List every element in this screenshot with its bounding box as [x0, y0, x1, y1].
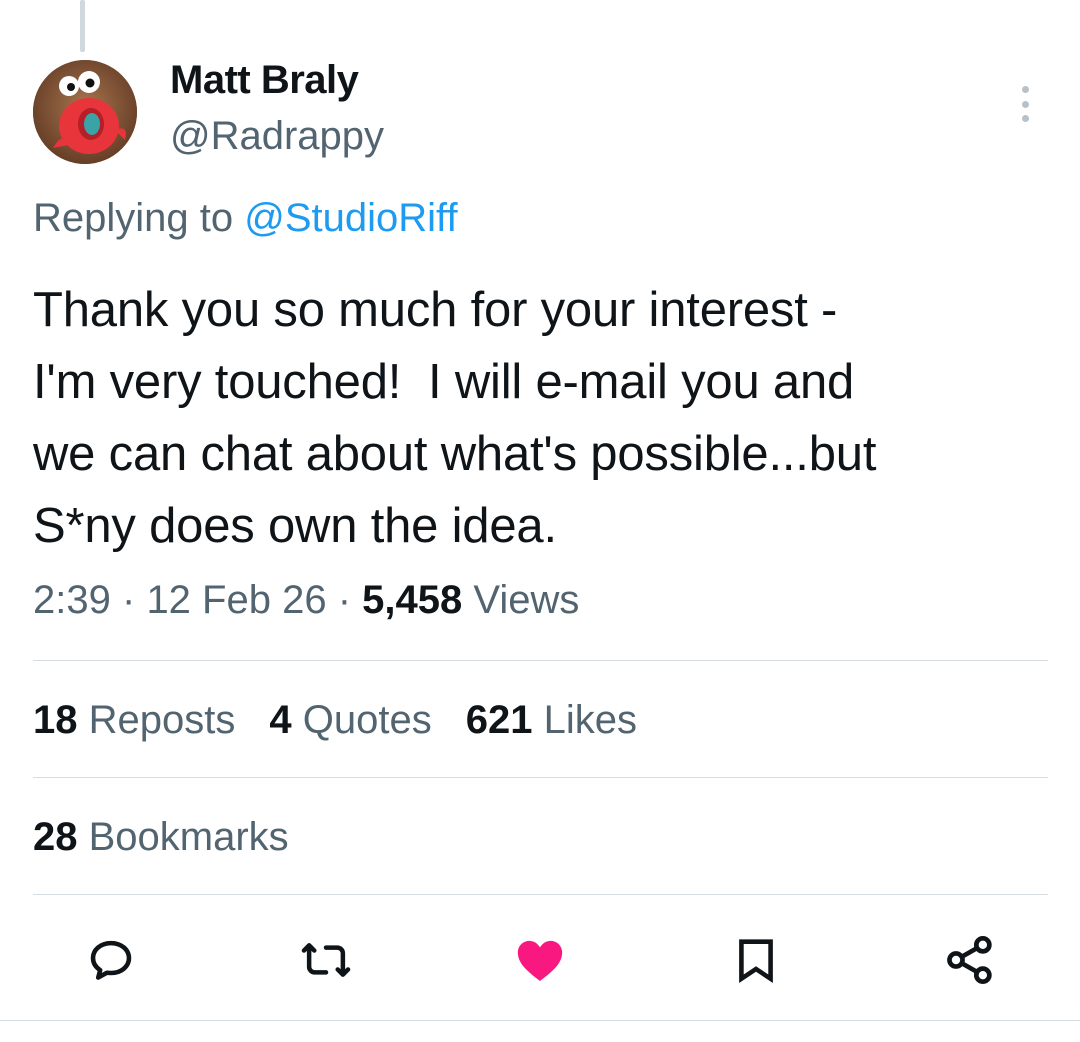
tweet-meta: 2:39 · 12 Feb 26 · 5,458 Views [33, 578, 580, 622]
reply-icon [90, 940, 132, 980]
views-label: Views [473, 578, 580, 622]
divider [33, 777, 1048, 778]
bookmarks-label: Bookmarks [88, 815, 289, 859]
reposts-label: Reposts [88, 698, 236, 742]
reposts-stat[interactable]: 18 Reposts [33, 698, 235, 743]
tweet-date[interactable]: 12 Feb 26 [146, 578, 326, 622]
quotes-label: Quotes [302, 698, 432, 742]
bookmark-button[interactable] [728, 932, 784, 988]
replying-to-line: Replying to @StudioRiff [33, 196, 458, 241]
divider [33, 660, 1048, 661]
views-count: 5,458 [362, 578, 463, 622]
author-name[interactable]: Matt Braly [170, 58, 359, 103]
quotes-count: 4 [269, 698, 292, 742]
more-options-icon[interactable] [1010, 82, 1040, 126]
bottom-divider [0, 1020, 1080, 1021]
author-handle[interactable]: @Radrappy [170, 114, 384, 159]
likes-count: 621 [465, 698, 533, 742]
likes-stat[interactable]: 621 Likes [466, 698, 637, 743]
reply-button[interactable] [83, 932, 139, 988]
replying-to-mention-link[interactable]: @StudioRiff [244, 196, 457, 240]
divider [33, 894, 1048, 895]
avatar[interactable] [33, 60, 137, 164]
bookmarks-stat[interactable]: 28 Bookmarks [33, 815, 289, 860]
likes-label: Likes [543, 698, 637, 742]
repost-button[interactable] [298, 932, 354, 988]
reposts-count: 18 [33, 698, 78, 742]
like-button[interactable] [512, 932, 568, 988]
share-button[interactable] [942, 932, 998, 988]
repost-icon [301, 943, 351, 977]
quotes-stat[interactable]: 4 Quotes [269, 698, 431, 743]
share-icon [947, 935, 992, 985]
avatar-image [33, 60, 137, 164]
bookmark-icon [739, 939, 773, 984]
thread-connector-line [80, 0, 85, 52]
heart-icon [517, 940, 563, 981]
engagement-stats: 18 Reposts 4 Quotes 621 Likes [33, 698, 637, 743]
tweet-text: Thank you so much for your interest - I'… [33, 283, 877, 553]
replying-to-label: Replying to [33, 196, 234, 240]
tweet-time[interactable]: 2:39 [33, 578, 111, 622]
bookmarks-count: 28 [33, 815, 78, 859]
